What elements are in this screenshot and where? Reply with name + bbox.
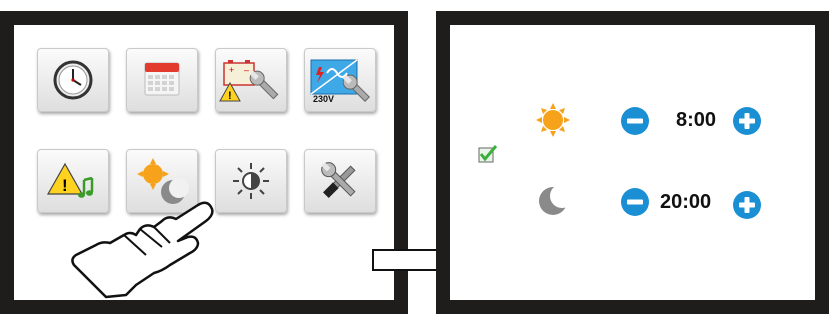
settings-menu-area: + – ! 230V ! xyxy=(14,25,394,300)
day-time-increase-button[interactable] xyxy=(732,106,762,136)
night-time-decrease-button[interactable] xyxy=(620,187,650,217)
calendar-icon xyxy=(144,62,180,96)
day-time-decrease-button[interactable] xyxy=(620,106,650,136)
inverter-230v-settings-icon: 230V xyxy=(310,59,370,104)
schedule-area: 8:00 20:00 xyxy=(450,25,815,300)
day-night-schedule-screen: 8:00 20:00 xyxy=(436,11,829,314)
tools-tile-button[interactable] xyxy=(304,149,376,213)
moon-icon xyxy=(539,185,568,215)
brightness-tile-button[interactable] xyxy=(215,149,287,213)
clock-icon xyxy=(53,60,93,100)
clock-tile-button[interactable] xyxy=(37,48,109,112)
svg-text:+: + xyxy=(229,65,234,75)
battery-warning-settings-icon: + – ! xyxy=(219,60,279,102)
night-time-increase-button[interactable] xyxy=(732,190,762,220)
voltage-label: 230V xyxy=(313,94,334,104)
sun-icon xyxy=(536,103,570,137)
battery-settings-tile-button[interactable]: + – ! xyxy=(215,48,287,112)
inverter-settings-tile-button[interactable]: 230V xyxy=(304,48,376,112)
day-time-value: 8:00 xyxy=(676,109,717,131)
tools-icon xyxy=(321,162,356,198)
calendar-tile-button[interactable] xyxy=(126,48,198,112)
svg-text:–: – xyxy=(244,65,249,75)
pointing-hand-icon xyxy=(71,201,214,299)
settings-menu-screen: + – ! 230V ! xyxy=(0,11,408,314)
svg-text:!: ! xyxy=(228,90,232,102)
night-time-value: 20:00 xyxy=(660,191,712,213)
brightness-icon xyxy=(233,163,269,199)
enable-checkbox[interactable] xyxy=(478,145,498,163)
